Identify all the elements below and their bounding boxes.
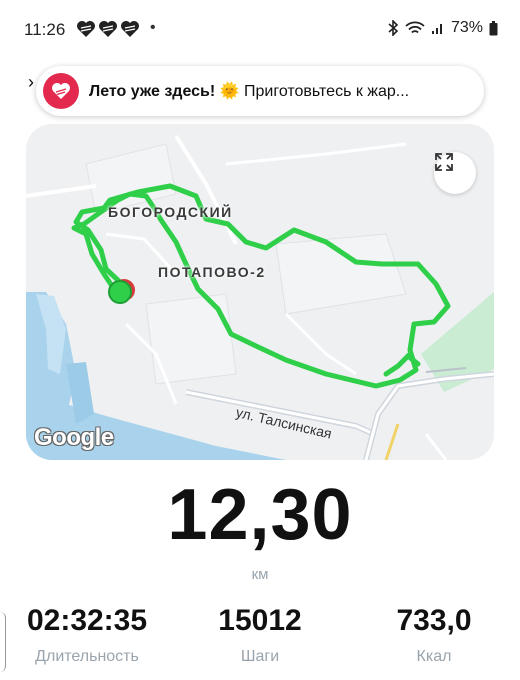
sun-emoji-icon: 🌞 bbox=[219, 83, 240, 100]
stat-calories: 733,0 Ккал bbox=[374, 604, 494, 666]
heart-notifications-icons bbox=[76, 20, 140, 38]
stat-value: 02:32:35 bbox=[26, 604, 148, 637]
bluetooth-icon bbox=[388, 20, 399, 36]
status-indicators: 73% bbox=[387, 19, 498, 37]
signal-icon bbox=[431, 24, 442, 34]
expand-icon bbox=[435, 153, 453, 171]
stat-label: Ккал bbox=[416, 648, 452, 665]
promo-banner[interactable]: Лето уже здесь! 🌞 Приготовьтесь к жар... bbox=[36, 66, 484, 116]
battery-percent: 73% bbox=[450, 19, 483, 36]
stat-duration: 02:32:35 Длительность bbox=[22, 604, 152, 666]
google-logo: Google bbox=[34, 424, 114, 451]
stat-value: 733,0 bbox=[396, 604, 472, 637]
banner-message: Приготовьтесь к жар... bbox=[244, 83, 410, 100]
banner-back-arrow-icon[interactable]: › bbox=[28, 72, 34, 93]
heart-icon bbox=[99, 21, 117, 37]
heart-icon bbox=[77, 21, 95, 37]
route-map[interactable]: БОГОРОДСКИЙ ПОТАПОВО-2 ул. Талсинская Go… bbox=[26, 124, 494, 460]
wifi-icon bbox=[405, 21, 425, 34]
status-bar: 11:26 • 73% bbox=[0, 0, 520, 60]
expand-map-button[interactable] bbox=[434, 152, 476, 194]
stat-steps: 15012 Шаги bbox=[200, 604, 320, 666]
start-marker bbox=[108, 280, 132, 304]
battery-icon bbox=[489, 20, 498, 35]
heart-icon bbox=[121, 21, 139, 37]
status-dot: • bbox=[150, 19, 156, 36]
stat-label: Шаги bbox=[240, 648, 280, 665]
status-time: 11:26 bbox=[24, 20, 66, 39]
stat-value: 15012 bbox=[218, 604, 302, 637]
stat-label: Длительность bbox=[35, 648, 139, 665]
distance-unit: км bbox=[251, 566, 269, 583]
edge-handle[interactable] bbox=[0, 612, 6, 672]
banner-title: Лето уже здесь! bbox=[89, 83, 216, 100]
banner-text: Лето уже здесь! 🌞 Приготовьтесь к жар... bbox=[89, 81, 409, 101]
heart-app-icon bbox=[43, 73, 79, 109]
distance-value: 12,30 bbox=[167, 475, 353, 555]
map-area-label: БОГОРОДСКИЙ bbox=[108, 204, 233, 220]
map-area-label: ПОТАПОВО-2 bbox=[158, 264, 266, 280]
